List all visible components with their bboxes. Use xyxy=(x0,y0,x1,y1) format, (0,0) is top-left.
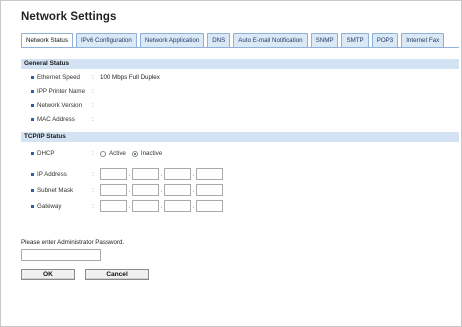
cancel-button[interactable]: Cancel xyxy=(85,269,149,280)
ethernet-speed-value: 100 Mbps Full Duplex xyxy=(100,74,160,81)
ip-address-octet-2[interactable] xyxy=(132,168,159,180)
tab-internet-fax[interactable]: Internet Fax xyxy=(401,33,445,48)
tab-ipv6-configuration[interactable]: IPv6 Configuration xyxy=(75,33,137,48)
gateway-field: . . . xyxy=(100,200,223,212)
tab-dns[interactable]: DNS xyxy=(207,33,231,48)
tab-pop3[interactable]: POP3 xyxy=(371,33,399,48)
mac-address-label: MAC Address xyxy=(37,116,75,123)
ok-button[interactable]: OK xyxy=(21,269,75,280)
password-prompt: Please enter Administrator Password. xyxy=(21,239,125,246)
dhcp-label: DHCP xyxy=(37,150,55,157)
mac-address-separator: : xyxy=(92,116,94,123)
dhcp-active-label: Active xyxy=(109,150,126,157)
tab-auto-email-notification[interactable]: Auto E-mail Notification xyxy=(233,33,308,48)
gateway-separator: : xyxy=(92,202,94,210)
tcpip-status-heading: TCP/IP Status xyxy=(21,132,459,142)
dhcp-inactive-label: Inactive xyxy=(140,150,163,157)
radio-unchecked-icon[interactable] xyxy=(100,150,106,157)
ipp-printer-name-row: IPP Printer Name : xyxy=(31,87,100,96)
ip-address-octet-4[interactable] xyxy=(196,168,223,180)
bullet-icon xyxy=(31,188,34,192)
dhcp-row: DHCP : Active Inactive xyxy=(31,149,168,158)
gateway-row: Gateway : . . . xyxy=(31,200,223,212)
password-input[interactable] xyxy=(21,249,101,261)
bullet-icon xyxy=(31,90,34,93)
bullet-icon xyxy=(31,104,34,107)
ip-address-field: . . . xyxy=(100,168,223,180)
tab-bar: Network Status IPv6 Configuration Networ… xyxy=(21,33,445,48)
network-version-row: Network Version : xyxy=(31,101,100,110)
bullet-icon xyxy=(31,204,34,208)
subnet-mask-octet-3[interactable] xyxy=(164,184,191,196)
subnet-mask-octet-2[interactable] xyxy=(132,184,159,196)
general-status-heading: General Status xyxy=(21,59,459,69)
ipp-printer-name-separator: : xyxy=(92,88,94,95)
gateway-octet-3[interactable] xyxy=(164,200,191,212)
subnet-mask-field: . . . xyxy=(100,184,223,196)
gateway-octet-1[interactable] xyxy=(100,200,127,212)
tab-network-application[interactable]: Network Application xyxy=(139,33,205,48)
tab-snmp[interactable]: SNMP xyxy=(310,33,339,48)
gateway-octet-4[interactable] xyxy=(196,200,223,212)
bullet-icon xyxy=(31,172,34,176)
page-title: Network Settings xyxy=(21,11,117,23)
dhcp-active-radio[interactable]: Active xyxy=(100,150,126,157)
dhcp-inactive-radio[interactable]: Inactive xyxy=(131,150,163,157)
ethernet-speed-separator: : xyxy=(92,74,94,81)
mac-address-row: MAC Address : xyxy=(31,115,100,124)
subnet-mask-row: Subnet Mask : . . . xyxy=(31,184,223,196)
page-frame: Network Settings Network Status IPv6 Con… xyxy=(0,0,462,327)
network-version-label: Network Version xyxy=(37,102,83,109)
bullet-icon xyxy=(31,76,34,79)
ip-address-octet-1[interactable] xyxy=(100,168,127,180)
ip-address-octet-3[interactable] xyxy=(164,168,191,180)
bullet-icon xyxy=(31,118,34,121)
gateway-octet-2[interactable] xyxy=(132,200,159,212)
ipp-printer-name-label: IPP Printer Name xyxy=(37,88,86,95)
ethernet-speed-label: Ethernet Speed xyxy=(37,74,81,81)
bullet-icon xyxy=(31,152,34,155)
tab-underline xyxy=(21,47,459,48)
gateway-label: Gateway xyxy=(37,202,62,210)
subnet-mask-label: Subnet Mask xyxy=(37,186,74,194)
ip-address-label: IP Address xyxy=(37,170,67,178)
network-version-separator: : xyxy=(92,102,94,109)
radio-checked-icon[interactable] xyxy=(131,150,138,157)
dhcp-separator: : xyxy=(92,150,94,157)
subnet-mask-separator: : xyxy=(92,186,94,194)
subnet-mask-octet-1[interactable] xyxy=(100,184,127,196)
tab-network-status[interactable]: Network Status xyxy=(21,33,73,48)
subnet-mask-octet-4[interactable] xyxy=(196,184,223,196)
tab-smtp[interactable]: SMTP xyxy=(341,33,369,48)
ip-address-separator: : xyxy=(92,170,94,178)
ethernet-speed-row: Ethernet Speed : 100 Mbps Full Duplex xyxy=(31,73,160,82)
ip-address-row: IP Address : . . . xyxy=(31,168,223,180)
